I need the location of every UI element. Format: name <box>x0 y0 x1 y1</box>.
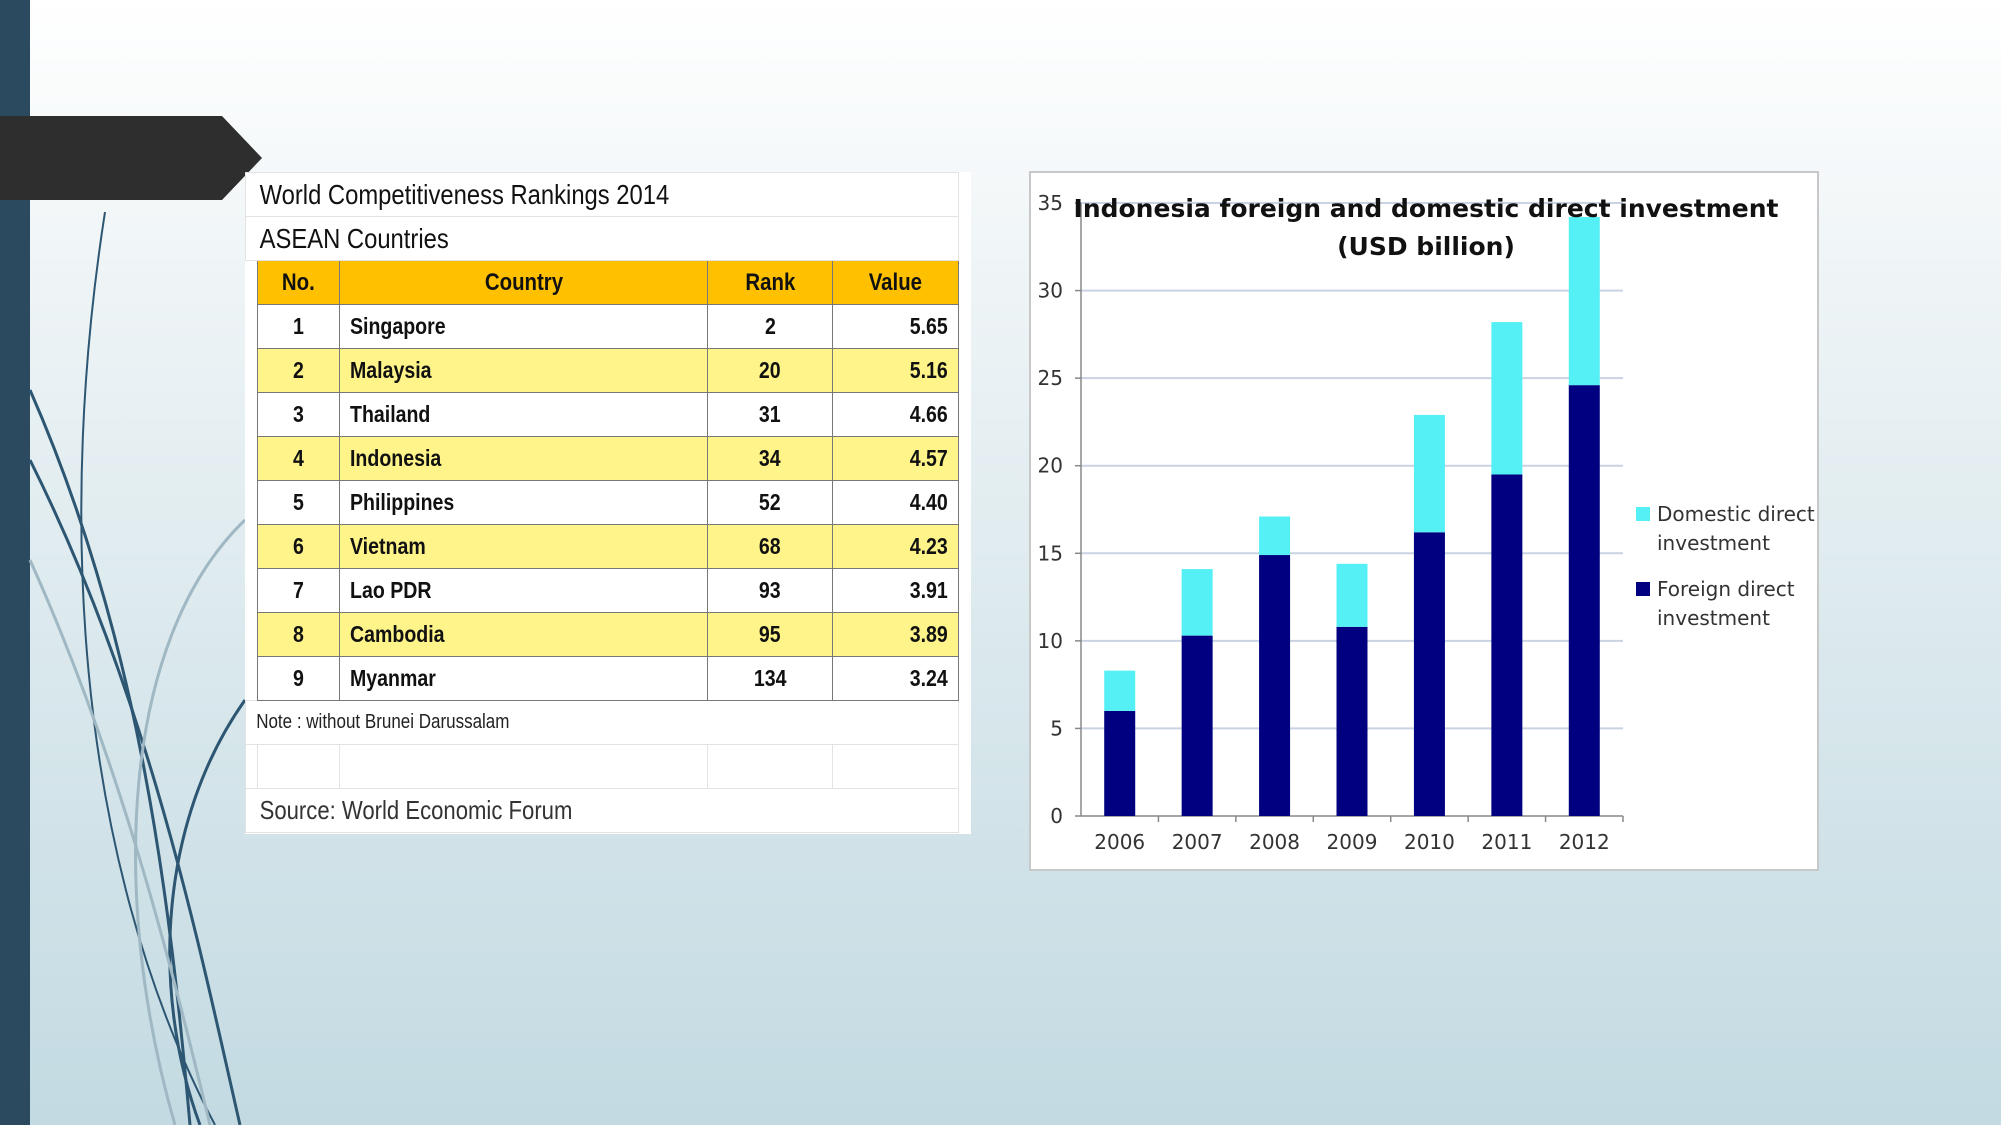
cell-value: 5.65 <box>831 304 960 349</box>
cell-value: 3.91 <box>831 568 960 613</box>
header-country: Country <box>339 260 708 305</box>
table-row: 5 Philippines 52 4.40 <box>246 480 971 525</box>
cell-no: 1 <box>257 304 340 349</box>
legend-swatch <box>1636 507 1650 521</box>
y-tick-label: 5 <box>1050 716 1063 740</box>
y-tick-label: 35 <box>1038 191 1063 215</box>
x-tick-label: 2011 <box>1481 830 1532 854</box>
x-tick-label: 2008 <box>1249 830 1300 854</box>
cell-no: 8 <box>257 612 340 657</box>
table-row: 8 Cambodia 95 3.89 <box>246 612 971 657</box>
header-no: No. <box>257 260 340 305</box>
header-value: Value <box>831 260 960 305</box>
cell-value: 4.23 <box>831 524 960 569</box>
cell-value: 4.57 <box>831 436 960 481</box>
arrow-banner-shape <box>0 116 262 200</box>
investment-chart: 0 5 10 15 20 25 30 35 2006 2007 2008 2009 2010 2011 20… <box>1038 191 1815 854</box>
cell-rank: 68 <box>707 524 833 569</box>
cell-rank: 2 <box>707 304 833 349</box>
x-tick-label: 2012 <box>1559 830 1610 854</box>
x-tick-label: 2007 <box>1172 830 1223 854</box>
x-tick-label: 2009 <box>1327 830 1378 854</box>
bar-foreign-2006 <box>1104 710 1136 816</box>
table-note: Note : without Brunei Darussalam <box>245 700 960 745</box>
bar-foreign-2008 <box>1259 555 1291 816</box>
bar-domestic-2010 <box>1413 414 1445 533</box>
cell-no: 4 <box>257 436 340 481</box>
cell-value: 5.16 <box>831 348 960 393</box>
bar-domestic-2006 <box>1104 670 1136 711</box>
table-row: 1 Singapore 2 5.65 <box>246 304 971 349</box>
cell-no: 9 <box>257 656 340 701</box>
cell-rank: 134 <box>707 656 833 701</box>
cell-no: 2 <box>257 348 340 393</box>
cell-country: Cambodia <box>339 612 708 657</box>
cell-value: 3.89 <box>831 612 960 657</box>
y-tick-label: 20 <box>1038 454 1063 478</box>
bar-foreign-2007 <box>1181 635 1213 816</box>
bar-domestic-2008 <box>1259 516 1291 556</box>
y-tick-label: 0 <box>1050 804 1063 828</box>
cell-country: Thailand <box>339 392 708 437</box>
investment-chart-panel: 0 5 10 15 20 25 30 35 2006 2007 2008 2009 2010 2011 20… <box>1029 171 1819 871</box>
legend-swatch <box>1636 582 1650 596</box>
cell-no: 3 <box>257 392 340 437</box>
cell-no: 6 <box>257 524 340 569</box>
cell-rank: 31 <box>707 392 833 437</box>
cell-country: Lao PDR <box>339 568 708 613</box>
cell-value: 4.66 <box>831 392 960 437</box>
legend-label: investment <box>1657 606 1770 630</box>
table-source: Source: World Economic Forum <box>245 788 960 833</box>
cell-no: 5 <box>257 480 340 525</box>
bar-foreign-2009 <box>1336 626 1368 816</box>
cell-rank: 52 <box>707 480 833 525</box>
legend-label: Foreign direct <box>1657 577 1795 601</box>
table-title: World Competitiveness Rankings 2014 <box>245 172 960 217</box>
table-row: 9 Myanmar 134 3.24 <box>246 656 971 701</box>
bar-domestic-2012 <box>1568 217 1600 386</box>
chart-title: Indonesia foreign and domestic direct in… <box>1074 194 1779 223</box>
bar-domestic-2007 <box>1181 569 1213 636</box>
bar-foreign-2010 <box>1413 532 1445 816</box>
table-subtitle: ASEAN Countries <box>245 216 960 261</box>
legend-label: Domestic direct <box>1657 502 1815 526</box>
cell-value: 3.24 <box>831 656 960 701</box>
y-tick-label: 15 <box>1038 541 1063 565</box>
chart-title: (USD billion) <box>1337 232 1515 261</box>
cell-no: 7 <box>257 568 340 613</box>
cell-country: Myanmar <box>339 656 708 701</box>
cell-country: Malaysia <box>339 348 708 393</box>
cell-country: Indonesia <box>339 436 708 481</box>
cell-rank: 34 <box>707 436 833 481</box>
cell-rank: 95 <box>707 612 833 657</box>
table-header-row: No. Country Rank Value <box>246 260 971 305</box>
header-rank: Rank <box>707 260 833 305</box>
y-tick-label: 10 <box>1038 629 1063 653</box>
y-tick-label: 30 <box>1038 279 1063 303</box>
table-row: 6 Vietnam 68 4.23 <box>246 524 971 569</box>
bar-domestic-2011 <box>1491 322 1523 475</box>
competitiveness-table: World Competitiveness Rankings 2014 ASEA… <box>245 172 971 833</box>
cell-country: Vietnam <box>339 524 708 569</box>
bar-foreign-2012 <box>1568 385 1600 816</box>
table-row: 4 Indonesia 34 4.57 <box>246 436 971 481</box>
legend-label: investment <box>1657 531 1770 555</box>
x-tick-label: 2010 <box>1404 830 1455 854</box>
cell-country: Philippines <box>339 480 708 525</box>
table-row: 7 Lao PDR 93 3.91 <box>246 568 971 613</box>
cell-country: Singapore <box>339 304 708 349</box>
bar-domestic-2009 <box>1336 563 1368 627</box>
cell-value: 4.40 <box>831 480 960 525</box>
y-tick-label: 25 <box>1038 366 1063 390</box>
cell-rank: 20 <box>707 348 833 393</box>
table-row: 2 Malaysia 20 5.16 <box>246 348 971 393</box>
table-row: 3 Thailand 31 4.66 <box>246 392 971 437</box>
competitiveness-table-panel: World Competitiveness Rankings 2014 ASEA… <box>245 172 971 834</box>
cell-rank: 93 <box>707 568 833 613</box>
x-tick-label: 2006 <box>1094 830 1145 854</box>
bar-foreign-2011 <box>1491 474 1523 816</box>
